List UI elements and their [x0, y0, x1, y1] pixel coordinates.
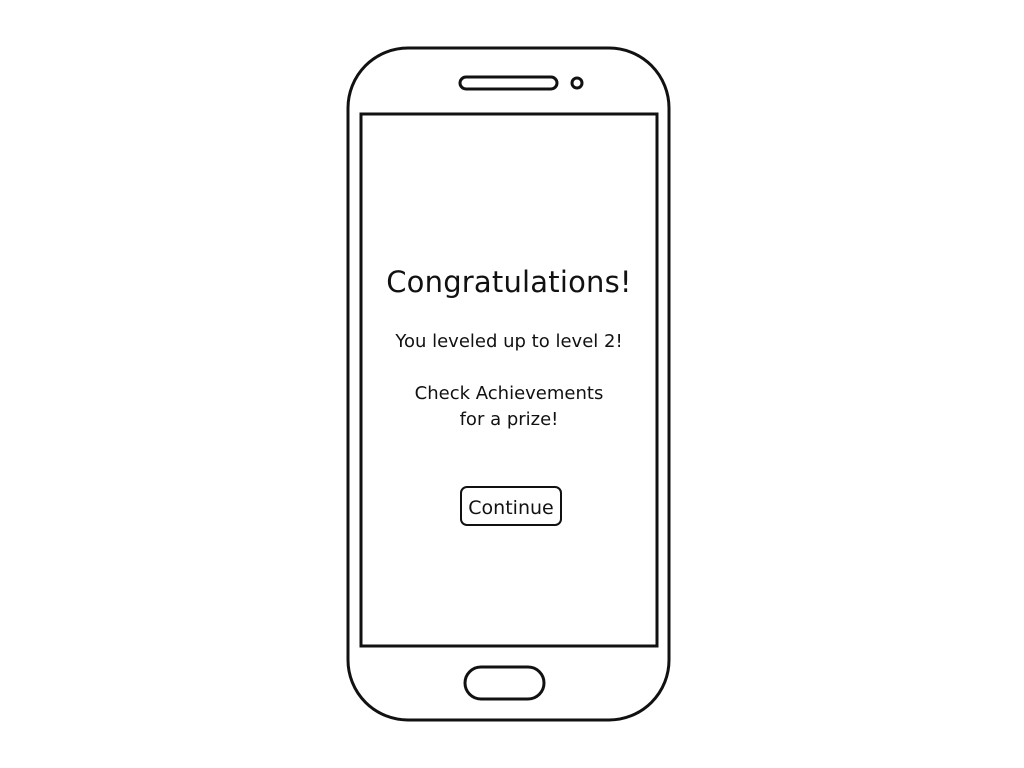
prize-message: Check Achievements for a prize!	[362, 381, 656, 433]
prize-message-line-1: Check Achievements	[414, 383, 604, 404]
level-up-message: You leveled up to level 2!	[395, 331, 623, 352]
stage: Congratulations! You leveled up to level…	[0, 0, 1024, 768]
phone-screen: Congratulations! You leveled up to level…	[362, 115, 656, 645]
front-camera-icon	[570, 76, 584, 90]
prize-message-line-2: for a prize!	[459, 409, 559, 430]
page-title: Congratulations!	[386, 265, 632, 299]
continue-button[interactable]: Continue	[460, 486, 562, 526]
home-button-icon[interactable]	[463, 665, 546, 701]
speaker-grille-icon	[458, 75, 559, 91]
